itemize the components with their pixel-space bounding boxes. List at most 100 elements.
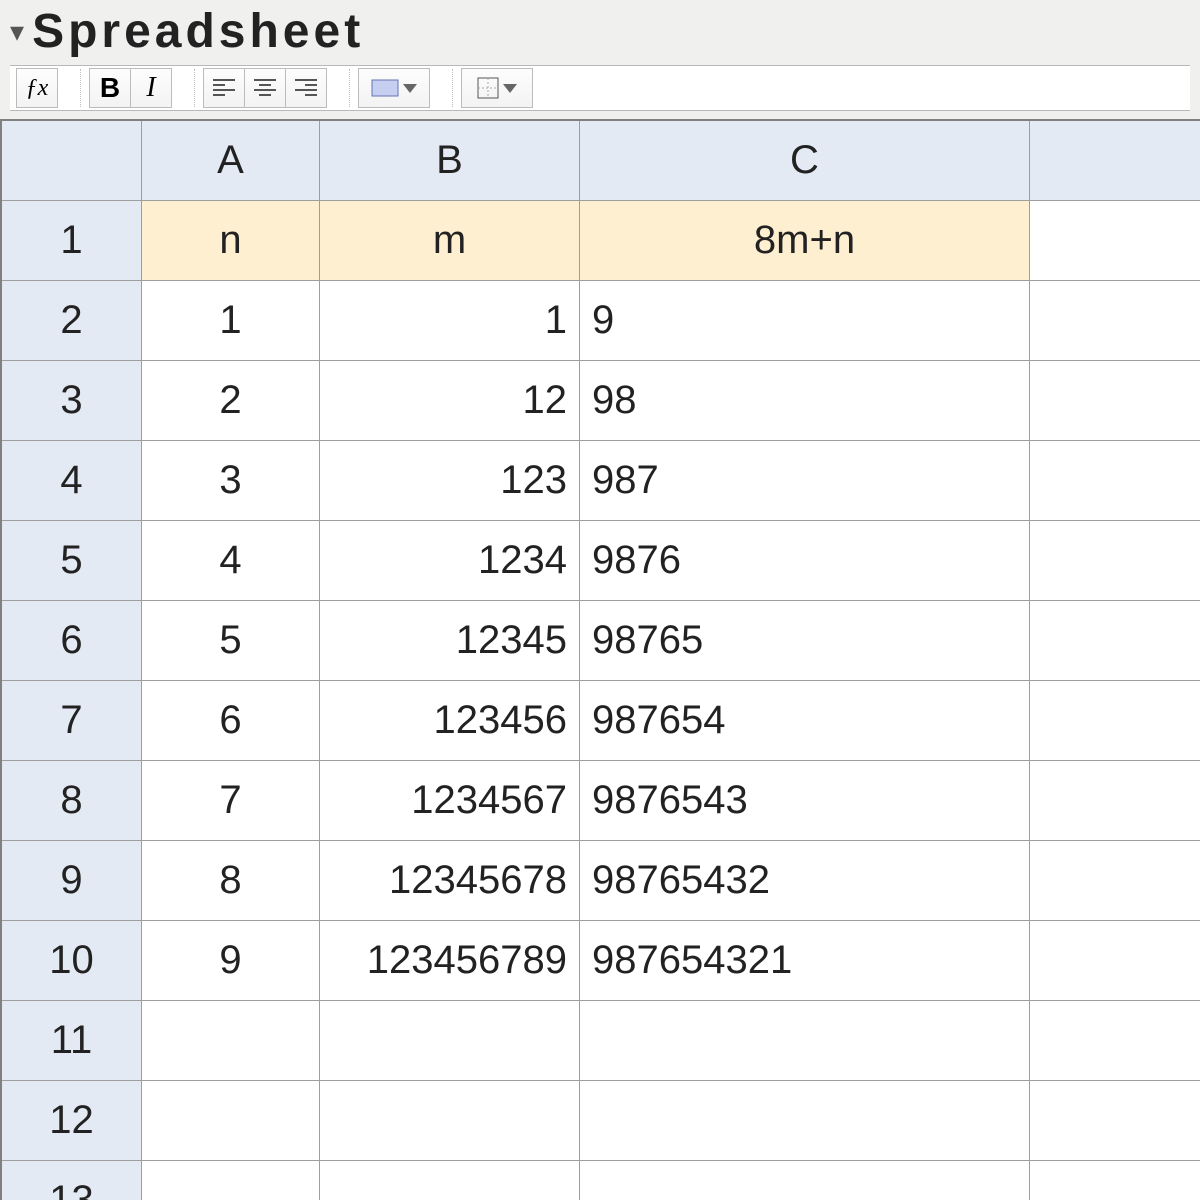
bold-icon: B [100, 72, 120, 104]
italic-button[interactable]: I [130, 68, 172, 108]
cell-C12[interactable] [580, 1081, 1030, 1161]
cell-A12[interactable] [142, 1081, 320, 1161]
cell-B5[interactable]: 1234 [320, 521, 580, 601]
table-row: 8 7 1234567 9876543 [2, 761, 1200, 841]
cell-C8[interactable]: 9876543 [580, 761, 1030, 841]
cell-A6[interactable]: 5 [142, 601, 320, 681]
table-row: 10 9 123456789 987654321 [2, 921, 1200, 1001]
cell-D11[interactable] [1030, 1001, 1200, 1081]
table-row: 1 n m 8m+n [2, 201, 1200, 281]
cell-C1[interactable]: 8m+n [580, 201, 1030, 281]
cell-A8[interactable]: 7 [142, 761, 320, 841]
cell-C9[interactable]: 98765432 [580, 841, 1030, 921]
column-header-C[interactable]: C [580, 121, 1030, 201]
cell-A9[interactable]: 8 [142, 841, 320, 921]
cell-A11[interactable] [142, 1001, 320, 1081]
row-header[interactable]: 9 [2, 841, 142, 921]
cell-B4[interactable]: 123 [320, 441, 580, 521]
cell-C7[interactable]: 987654 [580, 681, 1030, 761]
cell-D2[interactable] [1030, 281, 1200, 361]
row-header[interactable]: 2 [2, 281, 142, 361]
row-header[interactable]: 13 [2, 1161, 142, 1200]
cell-C2[interactable]: 9 [580, 281, 1030, 361]
fill-color-icon [371, 79, 399, 97]
row-header[interactable]: 5 [2, 521, 142, 601]
collapse-icon[interactable]: ▾ [10, 18, 24, 46]
cell-A13[interactable] [142, 1161, 320, 1200]
table-row: 13 [2, 1161, 1200, 1200]
table-row: 2 1 1 9 [2, 281, 1200, 361]
cell-D13[interactable] [1030, 1161, 1200, 1200]
cell-A4[interactable]: 3 [142, 441, 320, 521]
cell-B3[interactable]: 12 [320, 361, 580, 441]
row-header[interactable]: 6 [2, 601, 142, 681]
align-left-icon [212, 78, 236, 98]
cell-D8[interactable] [1030, 761, 1200, 841]
table-row: 9 8 12345678 98765432 [2, 841, 1200, 921]
row-header[interactable]: 10 [2, 921, 142, 1001]
row-header[interactable]: 8 [2, 761, 142, 841]
toolbar-group-style: B I [80, 69, 180, 107]
column-header-A[interactable]: A [142, 121, 320, 201]
toolbar-group-align [194, 69, 335, 107]
row-header[interactable]: 1 [2, 201, 142, 281]
cell-B6[interactable]: 12345 [320, 601, 580, 681]
cell-D6[interactable] [1030, 601, 1200, 681]
cell-B10[interactable]: 123456789 [320, 921, 580, 1001]
borders-button[interactable] [461, 68, 533, 108]
cell-A5[interactable]: 4 [142, 521, 320, 601]
row-header[interactable]: 12 [2, 1081, 142, 1161]
cell-A3[interactable]: 2 [142, 361, 320, 441]
cell-D5[interactable] [1030, 521, 1200, 601]
column-header-B[interactable]: B [320, 121, 580, 201]
row-header[interactable]: 4 [2, 441, 142, 521]
borders-icon [477, 77, 499, 99]
cell-B9[interactable]: 12345678 [320, 841, 580, 921]
cell-C11[interactable] [580, 1001, 1030, 1081]
align-right-button[interactable] [285, 68, 327, 108]
select-all-corner[interactable] [2, 121, 142, 201]
align-right-icon [294, 78, 318, 98]
column-header-D[interactable] [1030, 121, 1200, 201]
cell-D12[interactable] [1030, 1081, 1200, 1161]
cell-D10[interactable] [1030, 921, 1200, 1001]
cell-A2[interactable]: 1 [142, 281, 320, 361]
cell-D3[interactable] [1030, 361, 1200, 441]
table-row: 12 [2, 1081, 1200, 1161]
cell-B7[interactable]: 123456 [320, 681, 580, 761]
cell-C5[interactable]: 9876 [580, 521, 1030, 601]
cell-B8[interactable]: 1234567 [320, 761, 580, 841]
row-header[interactable]: 3 [2, 361, 142, 441]
cell-B2[interactable]: 1 [320, 281, 580, 361]
italic-icon: I [146, 72, 155, 104]
align-left-button[interactable] [203, 68, 245, 108]
table-row: 11 [2, 1001, 1200, 1081]
cell-D4[interactable] [1030, 441, 1200, 521]
table-row: 4 3 123 987 [2, 441, 1200, 521]
fx-icon: ƒx [26, 75, 49, 102]
row-header[interactable]: 7 [2, 681, 142, 761]
cell-D7[interactable] [1030, 681, 1200, 761]
cell-D1[interactable] [1030, 201, 1200, 281]
cell-B12[interactable] [320, 1081, 580, 1161]
bold-button[interactable]: B [89, 68, 131, 108]
cell-A10[interactable]: 9 [142, 921, 320, 1001]
cell-D9[interactable] [1030, 841, 1200, 921]
fx-button[interactable]: ƒx [16, 68, 58, 108]
cell-C3[interactable]: 98 [580, 361, 1030, 441]
align-center-button[interactable] [244, 68, 286, 108]
cell-B13[interactable] [320, 1161, 580, 1200]
cell-A7[interactable]: 6 [142, 681, 320, 761]
cell-B1[interactable]: m [320, 201, 580, 281]
row-header[interactable]: 11 [2, 1001, 142, 1081]
cell-C6[interactable]: 98765 [580, 601, 1030, 681]
cell-A1[interactable]: n [142, 201, 320, 281]
cell-C13[interactable] [580, 1161, 1030, 1200]
toolbar-group-formula: ƒx [16, 69, 66, 107]
spreadsheet-grid[interactable]: A B C 1 n m 8m+n 2 1 1 9 3 2 12 98 4 3 1… [0, 119, 1200, 1200]
cell-C10[interactable]: 987654321 [580, 921, 1030, 1001]
toolbar-container: ƒx B I [0, 65, 1200, 119]
fill-color-button[interactable] [358, 68, 430, 108]
cell-B11[interactable] [320, 1001, 580, 1081]
cell-C4[interactable]: 987 [580, 441, 1030, 521]
